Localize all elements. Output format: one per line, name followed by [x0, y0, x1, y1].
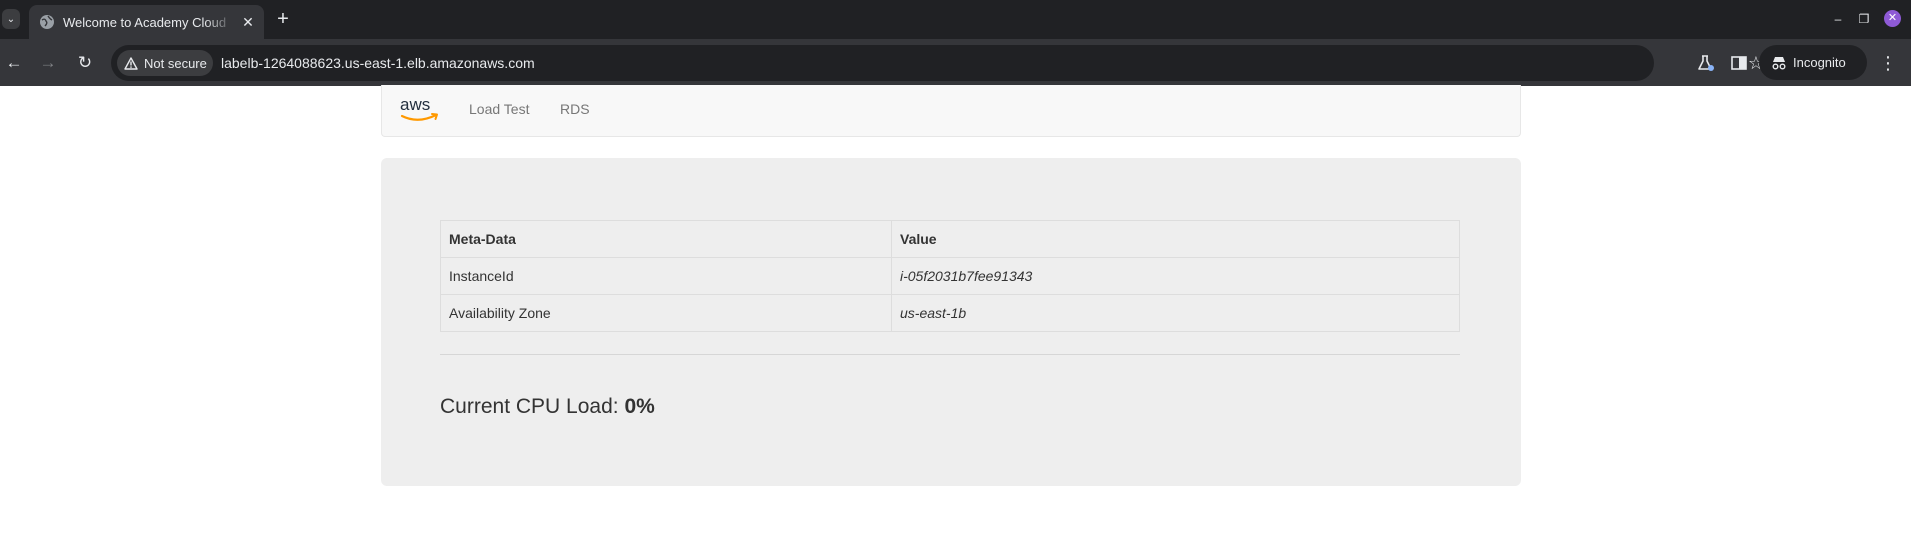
chevron-down-icon: ⌄ [6, 13, 16, 25]
content-panel: Meta-Data Value InstanceId i-05f2031b7fe… [381, 158, 1521, 486]
incognito-indicator[interactable]: Incognito [1759, 45, 1867, 80]
table-cell-key: Availability Zone [440, 294, 892, 332]
column-header-metadata: Meta-Data [440, 220, 892, 258]
active-tab[interactable]: Welcome to Academy Cloud ✕ [29, 5, 264, 39]
aws-logo[interactable]: aws [398, 95, 442, 127]
side-panel-icon[interactable] [1725, 49, 1753, 77]
aws-logo-icon: aws [400, 95, 438, 121]
more-menu-icon[interactable]: ⋮ [1876, 49, 1900, 77]
table-cell-value: i-05f2031b7fee91343 [891, 257, 1460, 295]
browser-toolbar: ← → ↻ Not secure labelb-1264088623.us-ea… [0, 39, 1911, 86]
table-cell-key: InstanceId [440, 257, 892, 295]
column-header-value: Value [891, 220, 1460, 258]
restore-icon[interactable]: ❐ [1853, 8, 1875, 30]
not-secure-label: Not secure [144, 55, 207, 71]
nav-link-rds[interactable]: RDS [560, 101, 590, 117]
site-info-chip[interactable]: Not secure [117, 50, 213, 76]
table-row: InstanceId i-05f2031b7fee91343 [440, 257, 1460, 295]
cpu-load-label: Current CPU Load: [440, 395, 619, 418]
web-page: aws Load Test RDS Meta-Data Value Instan… [0, 85, 1911, 560]
table-header-row: Meta-Data Value [440, 220, 1460, 258]
table-row: Availability Zone us-east-1b [440, 294, 1460, 332]
table-cell-value: us-east-1b [891, 294, 1460, 332]
incognito-icon [1772, 56, 1786, 69]
divider [440, 354, 1460, 355]
tab-search-button[interactable]: ⌄ [2, 9, 20, 29]
window-close-icon[interactable]: ✕ [1884, 10, 1901, 27]
tab-strip: ⌄ Welcome to Academy Cloud ✕ + – ❐ ✕ [0, 0, 1911, 39]
new-tab-button[interactable]: + [271, 8, 295, 32]
url-text[interactable]: labelb-1264088623.us-east-1.elb.amazonaw… [221, 55, 535, 71]
reload-icon[interactable]: ↻ [71, 49, 99, 77]
back-icon[interactable]: ← [0, 49, 28, 77]
address-bar[interactable]: Not secure labelb-1264088623.us-east-1.e… [111, 45, 1764, 81]
forward-icon[interactable]: → [34, 49, 62, 77]
close-tab-button[interactable]: ✕ [239, 13, 257, 31]
svg-text:aws: aws [400, 95, 430, 114]
labs-flask-icon[interactable] [1691, 49, 1719, 77]
site-navbar: aws Load Test RDS [381, 85, 1521, 137]
metadata-table: Meta-Data Value InstanceId i-05f2031b7fe… [440, 220, 1460, 332]
incognito-label: Incognito [1793, 55, 1846, 70]
nav-link-load-test[interactable]: Load Test [469, 101, 529, 117]
globe-icon [40, 15, 54, 29]
cpu-load-value: 0% [624, 395, 655, 418]
warning-icon [124, 56, 138, 70]
cpu-load-status: Current CPU Load: 0% [440, 395, 655, 419]
minimize-icon[interactable]: – [1827, 8, 1849, 30]
tab-title: Welcome to Academy Cloud [63, 15, 227, 30]
